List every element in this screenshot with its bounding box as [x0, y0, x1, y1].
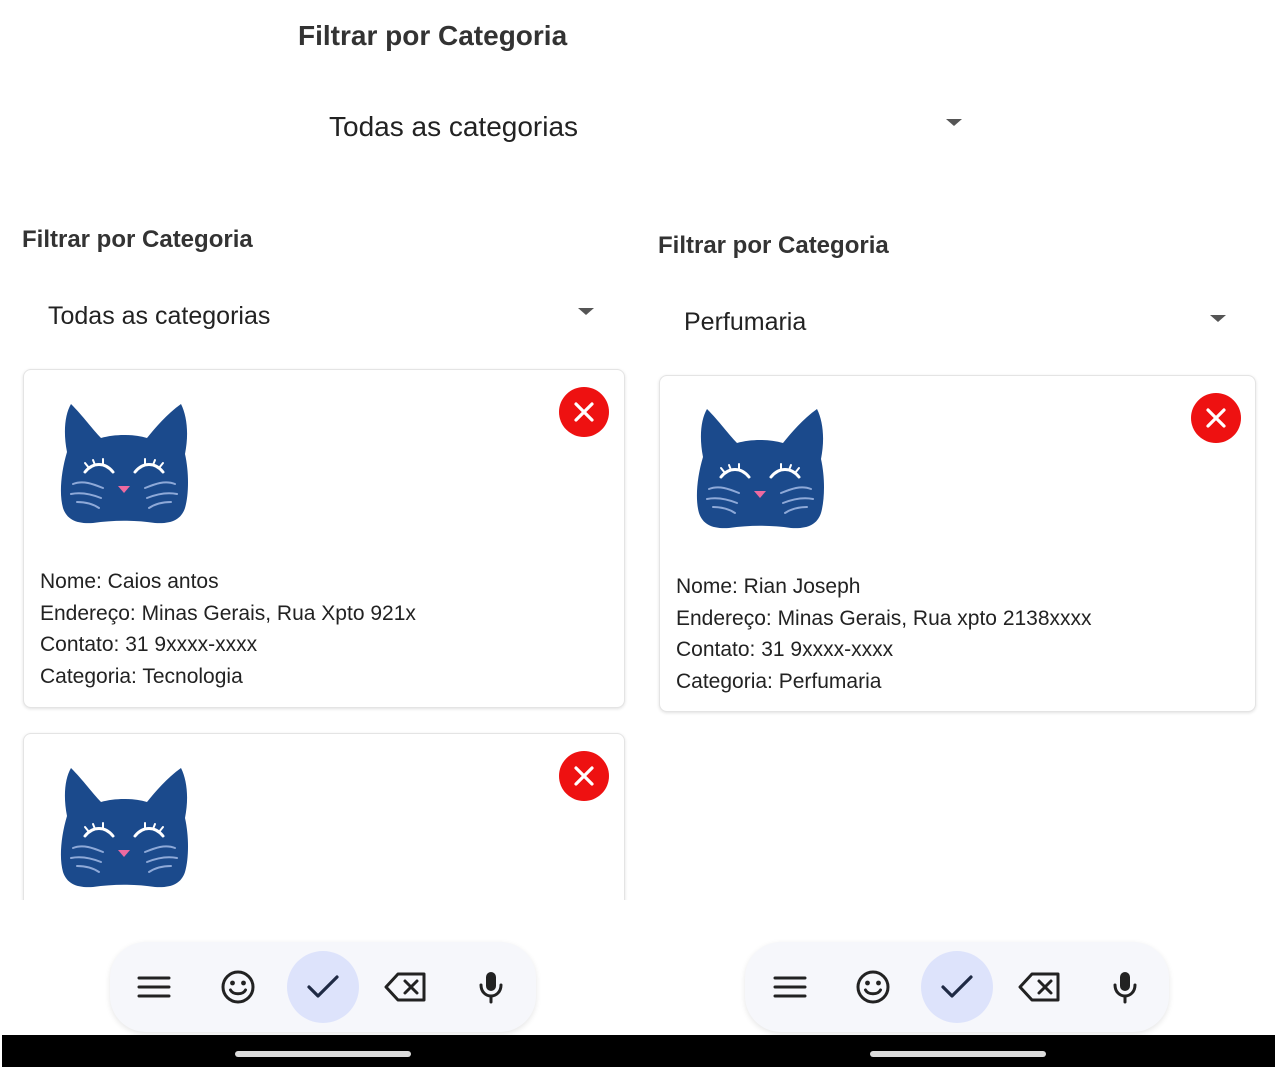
- supplier-card: [23, 733, 625, 900]
- filter-label: Filtrar por Categoria: [22, 226, 253, 253]
- delete-button[interactable]: [1191, 393, 1241, 443]
- mic-button[interactable]: [1095, 957, 1155, 1017]
- confirm-button[interactable]: [287, 951, 359, 1023]
- supplier-card: Nome: Rian Joseph Endereço: Minas Gerais…: [659, 375, 1256, 712]
- check-icon: [941, 975, 973, 998]
- home-gesture-handle[interactable]: [235, 1051, 411, 1057]
- supplier-category: Categoria: Perfumaria: [676, 669, 882, 693]
- mic-button[interactable]: [461, 957, 521, 1017]
- backspace-button[interactable]: [1010, 957, 1070, 1017]
- supplier-address: Endereço: Minas Gerais, Rua xpto 2138xxx…: [676, 606, 1092, 630]
- supplier-address: Endereço: Minas Gerais, Rua Xpto 921x: [40, 601, 416, 625]
- supplier-contact: Contato: 31 9xxxx-xxxx: [676, 638, 894, 661]
- emoji-icon: [221, 970, 255, 1004]
- cat-face-icon: [59, 766, 189, 891]
- menu-icon: [773, 976, 807, 998]
- backspace-button[interactable]: [376, 957, 436, 1017]
- backspace-icon: [1018, 972, 1060, 1002]
- filter-label: Filtrar por Categoria: [658, 232, 889, 259]
- supplier-info: Nome: Caios antos Endereço: Minas Gerais…: [40, 566, 416, 692]
- confirm-button[interactable]: [921, 951, 993, 1023]
- category-select-value: Todas as categorias: [48, 302, 271, 330]
- supplier-info: Nome: Rian Joseph Endereço: Minas Gerais…: [676, 571, 1092, 697]
- supplier-category: Categoria: Tecnologia: [40, 664, 243, 688]
- mic-icon: [1113, 972, 1137, 1004]
- menu-button[interactable]: [760, 957, 820, 1017]
- close-icon: [574, 402, 594, 422]
- emoji-button[interactable]: [208, 957, 268, 1017]
- category-select[interactable]: Todas as categorias: [320, 96, 980, 158]
- supplier-card: Nome: Caios antos Endereço: Minas Gerais…: [23, 369, 625, 708]
- emoji-button[interactable]: [843, 957, 903, 1017]
- supplier-name: Nome: Caios antos: [40, 570, 219, 593]
- system-nav-bar: [2, 1035, 640, 1067]
- caret-down-icon: [578, 308, 594, 315]
- category-select[interactable]: Todas as categorias: [30, 292, 610, 344]
- emoji-icon: [856, 970, 890, 1004]
- category-select-value: Perfumaria: [684, 308, 807, 336]
- supplier-name: Nome: Rian Joseph: [676, 575, 861, 598]
- backspace-icon: [384, 972, 426, 1002]
- category-select-value: Todas as categorias: [329, 111, 579, 142]
- filter-label: Filtrar por Categoria: [298, 20, 568, 51]
- keyboard-toolbar: [110, 942, 536, 1032]
- keyboard-toolbar: [745, 942, 1169, 1032]
- supplier-contact: Contato: 31 9xxxx-xxxx: [40, 633, 258, 656]
- home-gesture-handle[interactable]: [870, 1051, 1046, 1057]
- menu-icon: [137, 976, 171, 998]
- list-viewport: [0, 720, 640, 900]
- cat-face-icon: [59, 402, 189, 527]
- cat-face-icon: [695, 407, 825, 532]
- check-icon: [307, 975, 339, 998]
- caret-down-icon: [946, 119, 962, 126]
- menu-button[interactable]: [124, 957, 184, 1017]
- delete-button[interactable]: [559, 751, 609, 801]
- close-icon: [574, 766, 594, 786]
- delete-button[interactable]: [559, 387, 609, 437]
- category-select[interactable]: Perfumaria: [666, 298, 1246, 350]
- system-nav-bar: [640, 1035, 1275, 1067]
- mic-icon: [479, 972, 503, 1004]
- close-icon: [1206, 408, 1226, 428]
- caret-down-icon: [1210, 315, 1226, 322]
